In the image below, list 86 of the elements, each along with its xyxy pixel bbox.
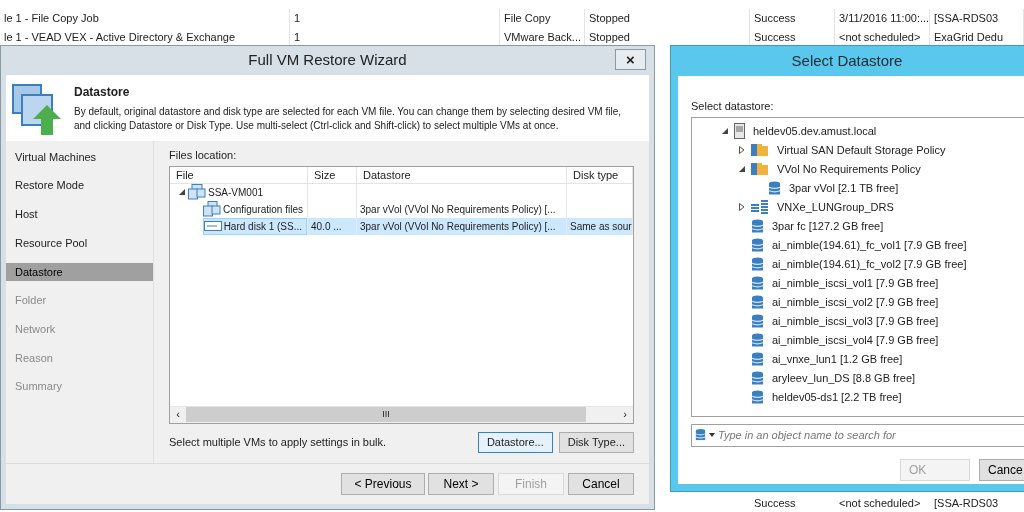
action-button[interactable]: Datastore... (477, 431, 553, 453)
file-row[interactable]: SSA-VM001 (188, 183, 268, 201)
wizard-step[interactable]: Resource Pool (6, 234, 153, 253)
database-icon (751, 237, 764, 253)
cluster-icon (751, 199, 769, 215)
table-cell: 3par vVol (VVol No Requirements Policy) [... (357, 217, 566, 235)
table-cell: 3/11/2016 11:00:... (835, 9, 930, 28)
database-icon (751, 332, 764, 348)
wizard-step[interactable]: Virtual Machines (6, 148, 153, 166)
restore-icon (12, 83, 62, 135)
tree-item[interactable]: VVol No Requirements Policy (777, 160, 921, 178)
database-icon (751, 218, 764, 234)
action-button[interactable]: Disk Type... (558, 431, 634, 453)
tree-item[interactable]: aryleev_lun_DS [8.8 GB free] (772, 369, 916, 387)
tree-item[interactable]: ai_nimble_iscsi_vol2 [7.9 GB free] (772, 293, 939, 311)
scroll-right-arrow[interactable]: › (617, 406, 633, 423)
tree-item[interactable]: heldev05.dev.amust.local (753, 122, 877, 140)
table-cell-text: Success (753, 496, 797, 511)
bulk-hint: Select multiple VMs to apply settings in bulk. (169, 434, 388, 450)
database-icon (751, 370, 764, 386)
select-datastore-label: Select datastore: (691, 99, 775, 114)
table-cell: Stopped (585, 9, 750, 28)
close-button[interactable]: × (615, 49, 646, 70)
search-field[interactable]: Type in an object name to search for (691, 423, 1024, 447)
dialog-button[interactable]: Cance (979, 458, 1024, 481)
database-icon (751, 256, 764, 272)
dropdown-arrow-icon[interactable] (709, 433, 715, 437)
window-title: Full VM Restore Wizard (248, 50, 407, 71)
search-input[interactable]: Type in an object name to search for (718, 426, 1024, 444)
scroll-left-arrow[interactable]: ‹ (170, 406, 186, 423)
wizard-step[interactable]: Host (6, 205, 153, 224)
database-icon (695, 428, 706, 442)
database-icon (768, 180, 781, 196)
vm-icon (188, 184, 206, 200)
table-cell-text: 3par vVol (VVol No Requirements Policy) [... (359, 202, 557, 217)
table-cell: le 1 - File Copy Job (0, 9, 290, 28)
table-cell: Same as sour (567, 217, 632, 235)
table-cell: 1 (290, 9, 500, 28)
table-cell: 40.0 ... (308, 217, 356, 235)
files-location-label: Files location: (169, 148, 238, 163)
tree-item[interactable]: VNXe_LUNGroup_DRS (777, 198, 894, 216)
tree-item[interactable]: heldev05-ds1 [2.2 TB free] (772, 388, 902, 406)
file-row[interactable]: Hard disk 1 (SS... (202, 217, 307, 235)
tree-item[interactable]: 3par fc [127.2 GB free] (772, 217, 884, 235)
column-header[interactable]: File (170, 166, 308, 183)
header-description: By default, original datastore and disk type are selected for each VM file. You can change them by selecting desired VM file, and clicking Datastore or Disk Type. Use multi-select (Ctrl-click and Shift-click) to select multiple VMs at once. (74, 105, 622, 133)
tree-item[interactable]: ai_nimble_iscsi_vol1 [7.9 GB free] (772, 274, 939, 292)
database-icon (751, 351, 764, 367)
database-icon (751, 275, 764, 291)
storage-policy-icon (751, 161, 769, 177)
file-row[interactable]: Configuration files (202, 200, 307, 218)
wizard-step[interactable]: Restore Mode (6, 176, 153, 195)
dialog-button[interactable]: Next > (428, 473, 494, 495)
table-cell-text: [SSA-RDS03 (933, 496, 1000, 511)
dialog-button[interactable]: < Previous (341, 473, 425, 495)
tree-item[interactable]: ai_nimble_iscsi_vol4 [7.9 GB free] (772, 331, 939, 349)
table-cell: Success (750, 9, 835, 28)
files-icon (202, 201, 221, 217)
column-header[interactable]: Datastore (357, 166, 567, 183)
column-header[interactable]: Size (308, 166, 357, 183)
expand-arrow-icon[interactable] (737, 146, 746, 154)
table-cell: [SSA-RDS03 (930, 9, 1024, 28)
tree-item[interactable]: ai_vnxe_lun1 [1.2 GB free] (772, 350, 903, 368)
tree-item[interactable]: ai_nimble(194.61)_fc_vol2 [7.9 GB free] (772, 255, 967, 273)
server-icon (734, 123, 745, 139)
dialog-button[interactable]: Cancel (568, 473, 634, 495)
expand-arrow-icon[interactable] (737, 203, 746, 211)
database-icon (751, 313, 764, 329)
column-header[interactable]: Disk type (567, 166, 633, 183)
table-cell-text: <not scheduled> (838, 496, 922, 511)
tree-item[interactable]: ai_nimble(194.61)_fc_vol1 [7.9 GB free] (772, 236, 967, 254)
database-icon (751, 294, 764, 310)
database-icon (751, 389, 764, 405)
scrollbar-grip: III (382, 407, 390, 421)
collapse-arrow-icon[interactable] (737, 165, 746, 173)
window-title: Select Datastore (791, 50, 903, 71)
collapse-arrow-icon[interactable] (178, 188, 186, 196)
table-cell: File Copy (500, 9, 585, 28)
tree-item[interactable]: Virtual SAN Default Storage Policy (777, 141, 946, 159)
tree-item[interactable]: ai_nimble_iscsi_vol3 [7.9 GB free] (772, 312, 939, 330)
header-title: Datastore (74, 84, 131, 101)
collapse-arrow-icon[interactable] (720, 127, 729, 135)
tree-item[interactable]: 3par vVol [2.1 TB free] (789, 179, 899, 197)
horizontal-scrollbar[interactable]: ‹ III › (170, 405, 633, 423)
storage-policy-icon (751, 142, 769, 158)
wizard-step[interactable]: Datastore (6, 262, 153, 281)
